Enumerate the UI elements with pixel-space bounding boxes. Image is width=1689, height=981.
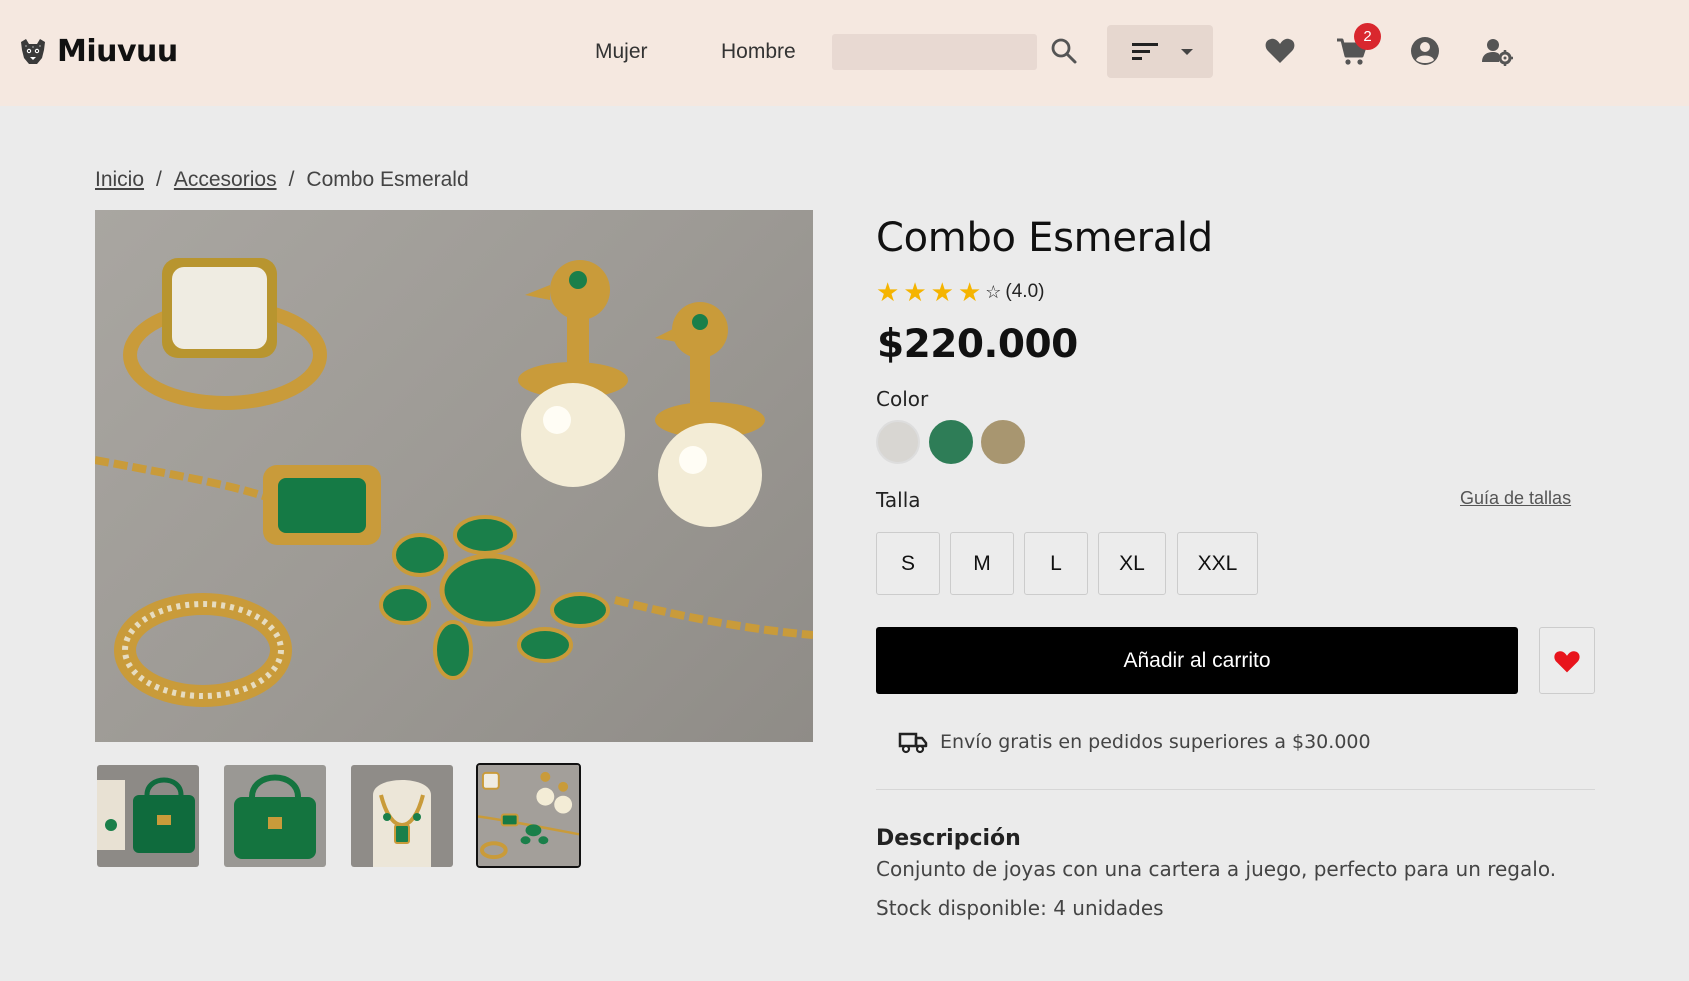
size-option-l[interactable]: L [1024, 532, 1088, 595]
nav-mujer[interactable]: Mujer [595, 40, 648, 64]
brand-name: Miuvuu [57, 34, 178, 69]
size-option-xxl[interactable]: XXL [1177, 532, 1258, 595]
cart-count-badge: 2 [1354, 23, 1381, 50]
chevron-down-icon [1181, 49, 1193, 55]
product-price: $220.000 [877, 322, 1078, 367]
rating-value: (4.0) [1005, 281, 1045, 302]
star-filled-icon: ★ [876, 277, 900, 307]
search-icon[interactable] [1049, 35, 1079, 67]
size-label: Talla [876, 488, 921, 512]
thumbnail-jewelry-set[interactable] [476, 763, 581, 868]
star-empty-icon: ☆ [985, 281, 1002, 302]
sort-icon [1132, 43, 1158, 60]
product-title: Combo Esmerald [876, 215, 1213, 261]
star-filled-icon: ★ [903, 277, 927, 307]
star-filled-icon: ★ [930, 277, 954, 307]
heart-icon [1554, 650, 1580, 672]
breadcrumb: Inicio / Accesorios / Combo Esmerald [95, 168, 469, 192]
thumbnail-image [224, 765, 326, 867]
size-option-m[interactable]: M [950, 532, 1014, 595]
thumbnail-handbag[interactable] [224, 765, 326, 867]
stock-availability: Stock disponible: 4 unidades [876, 896, 1164, 920]
size-guide-link[interactable]: Guía de tallas [1460, 488, 1571, 509]
star-filled-icon: ★ [957, 277, 982, 307]
add-to-wishlist-button[interactable] [1539, 627, 1595, 694]
shipping-text: Envío gratis en pedidos superiores a $30… [940, 731, 1371, 753]
product-rating: ★ ★ ★ ★ ☆ (4.0) [876, 279, 1044, 305]
thumbnail-image [351, 765, 453, 867]
brand-logo[interactable]: Miuvuu [17, 34, 178, 69]
account-icon[interactable] [1408, 34, 1442, 68]
search-input[interactable] [832, 34, 1037, 70]
breadcrumb-separator: / [156, 168, 162, 191]
size-option-xl[interactable]: XL [1098, 532, 1166, 595]
admin-settings-icon[interactable] [1480, 34, 1514, 68]
site-header: Miuvuu Mujer Hombre 2 [0, 0, 1689, 106]
color-swatch-khaki[interactable] [981, 420, 1025, 464]
wishlist-heart-icon[interactable] [1263, 34, 1297, 68]
thumbnail-necklace-bust[interactable] [351, 765, 453, 867]
free-shipping-notice: Envío gratis en pedidos superiores a $30… [898, 730, 1371, 754]
thumbnail-necklace-bag[interactable] [97, 765, 199, 867]
color-swatch-green[interactable] [929, 420, 973, 464]
breadcrumb-inicio[interactable]: Inicio [95, 168, 144, 192]
sort-dropdown[interactable] [1107, 25, 1213, 78]
breadcrumb-accesorios[interactable]: Accesorios [174, 168, 277, 192]
description-text: Conjunto de joyas con una cartera a jueg… [876, 857, 1557, 881]
thumbnail-image [478, 765, 579, 866]
description-title: Descripción [876, 826, 1021, 851]
nav-hombre[interactable]: Hombre [721, 40, 796, 64]
color-swatch-light-gray[interactable] [876, 420, 920, 464]
add-to-cart-button[interactable]: Añadir al carrito [876, 627, 1518, 694]
color-label: Color [876, 387, 929, 411]
main-product-image [95, 210, 813, 742]
leopard-logo-icon [21, 38, 45, 64]
section-divider [876, 789, 1595, 790]
jewelry-photo [95, 258, 813, 707]
size-option-s[interactable]: S [876, 532, 940, 595]
breadcrumb-current: Combo Esmerald [306, 168, 469, 191]
breadcrumb-separator: / [288, 168, 295, 191]
thumbnail-image [97, 765, 199, 867]
truck-icon [898, 732, 928, 754]
